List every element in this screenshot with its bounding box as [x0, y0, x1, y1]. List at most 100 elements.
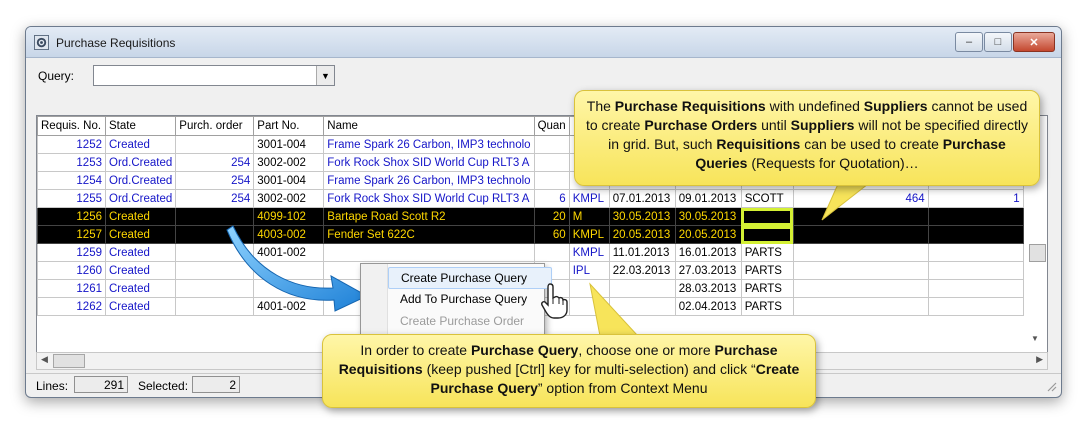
- grid-cell-state[interactable]: Created: [104, 207, 177, 226]
- callout-text: , choose one or more: [578, 342, 715, 358]
- grid-cell-no[interactable]: 1257: [37, 225, 106, 244]
- table-row[interactable]: 1257 Created 4003-002 Fender Set 622C 60 KMPL…: [37, 225, 1024, 244]
- column-header[interactable]: Requis. No.: [37, 116, 106, 136]
- column-header[interactable]: Purch. order: [175, 116, 255, 136]
- grid-cell-name[interactable]: Frame Spark 26 Carbon, IMP3 technolo: [323, 135, 535, 154]
- grid-cell-no[interactable]: 1253: [37, 153, 106, 172]
- grid-cell-c11[interactable]: [927, 225, 1024, 244]
- column-header[interactable]: State: [104, 116, 177, 136]
- grid-cell-qty[interactable]: 60: [533, 225, 570, 244]
- grid-cell-po[interactable]: [175, 135, 255, 154]
- selected-label: Selected:: [138, 379, 189, 393]
- grid-cell-no[interactable]: 1259: [37, 243, 106, 262]
- grid-cell-sup[interactable]: [740, 225, 794, 244]
- grid-cell-po[interactable]: 254: [175, 189, 255, 208]
- scroll-right-icon[interactable]: ▶: [1036, 354, 1043, 365]
- grid-cell-qty[interactable]: [533, 171, 570, 190]
- grid-cell-state[interactable]: Ord.Created: [104, 153, 177, 172]
- menu-item-create-purchase-query[interactable]: Create Purchase Query: [388, 267, 552, 289]
- grid-cell-sup[interactable]: PARTS: [740, 297, 794, 316]
- grid-cell-d2[interactable]: 09.01.2013: [674, 189, 742, 208]
- grid-cell-c11[interactable]: [927, 279, 1024, 298]
- grid-cell-c11[interactable]: [927, 297, 1024, 316]
- grid-cell-part[interactable]: 3002-002: [253, 153, 325, 172]
- grid-cell-no[interactable]: 1262: [37, 297, 106, 316]
- grid-cell-no[interactable]: 1255: [37, 189, 106, 208]
- grid-cell-unit[interactable]: KMPL: [568, 225, 610, 244]
- grid-cell-name[interactable]: Fork Rock Shox SID World Cup RLT3 A: [323, 153, 535, 172]
- grid-cell-c10[interactable]: [792, 261, 929, 280]
- grid-cell-c10[interactable]: [792, 297, 929, 316]
- grid-cell-d1[interactable]: 07.01.2013: [608, 189, 676, 208]
- grid-cell-qty[interactable]: [533, 153, 570, 172]
- minimize-button[interactable]: –: [955, 32, 983, 52]
- grid-cell-state[interactable]: Created: [104, 279, 177, 298]
- grid-cell-qty[interactable]: 6: [533, 189, 570, 208]
- grid-cell-state[interactable]: Created: [104, 261, 177, 280]
- grid-cell-d1[interactable]: 20.05.2013: [608, 225, 676, 244]
- grid-cell-sup[interactable]: PARTS: [740, 243, 794, 262]
- grid-cell-d1[interactable]: 22.03.2013: [608, 261, 676, 280]
- scroll-down-icon[interactable]: ▼: [1031, 334, 1039, 343]
- scroll-left-icon[interactable]: ◀: [41, 354, 48, 365]
- grid-cell-c10[interactable]: [792, 279, 929, 298]
- grid-cell-no[interactable]: 1260: [37, 261, 106, 280]
- grid-cell-d1[interactable]: 11.01.2013: [608, 243, 676, 262]
- grid-cell-unit[interactable]: KMPL: [568, 189, 610, 208]
- grid-cell-name[interactable]: Frame Spark 26 Carbon, IMP3 technolo: [323, 171, 535, 190]
- close-button[interactable]: ✕: [1013, 32, 1055, 52]
- grid-cell-sup[interactable]: PARTS: [740, 261, 794, 280]
- grid-cell-c10[interactable]: [792, 243, 929, 262]
- grid-cell-state[interactable]: Created: [104, 297, 177, 316]
- grid-cell-sup[interactable]: PARTS: [740, 279, 794, 298]
- menu-item-create-purchase-order[interactable]: Create Purchase Order: [388, 311, 550, 331]
- grid-cell-name[interactable]: Fork Rock Shox SID World Cup RLT3 A: [323, 189, 535, 208]
- grid-cell-d2[interactable]: 20.05.2013: [674, 225, 742, 244]
- grid-cell-part[interactable]: 3001-004: [253, 171, 325, 190]
- grid-cell-sup[interactable]: [740, 207, 794, 226]
- grid-cell-state[interactable]: Ord.Created: [104, 189, 177, 208]
- grid-cell-no[interactable]: 1252: [37, 135, 106, 154]
- grid-cell-c11[interactable]: [927, 261, 1024, 280]
- grid-cell-c10[interactable]: [792, 225, 929, 244]
- grid-cell-d2[interactable]: 16.01.2013: [674, 243, 742, 262]
- grid-cell-no[interactable]: 1261: [37, 279, 106, 298]
- column-header[interactable]: Part No.: [253, 116, 325, 136]
- grid-cell-d2[interactable]: 02.04.2013: [674, 297, 742, 316]
- grid-cell-no[interactable]: 1256: [37, 207, 106, 226]
- query-select[interactable]: ▼: [93, 65, 335, 86]
- grid-cell-d2[interactable]: 27.03.2013: [674, 261, 742, 280]
- grid-cell-qty[interactable]: [533, 135, 570, 154]
- grid-cell-part[interactable]: 3002-002: [253, 189, 325, 208]
- maximize-button[interactable]: □: [984, 32, 1012, 52]
- resize-grip-icon[interactable]: [1045, 380, 1057, 392]
- grid-cell-po[interactable]: 254: [175, 171, 255, 190]
- vertical-scrollbar-thumb[interactable]: [1029, 244, 1046, 262]
- table-row[interactable]: 1259 Created 4001-002 KMPL 11.01.2013 16.01.2…: [37, 243, 1024, 262]
- grid-cell-no[interactable]: 1254: [37, 171, 106, 190]
- column-header[interactable]: Name: [323, 116, 535, 136]
- menu-item-add-to-purchase-query[interactable]: Add To Purchase Query: [388, 289, 550, 309]
- grid-cell-state[interactable]: Ord.Created: [104, 171, 177, 190]
- title-bar[interactable]: Purchase Requisitions – □ ✕: [26, 27, 1061, 58]
- column-header[interactable]: Quan: [533, 116, 570, 136]
- grid-cell-state[interactable]: Created: [104, 135, 177, 154]
- grid-cell-unit[interactable]: KMPL: [568, 243, 610, 262]
- grid-cell-c11[interactable]: [927, 207, 1024, 226]
- chevron-down-icon[interactable]: ▼: [316, 66, 334, 85]
- grid-cell-part[interactable]: 3001-004: [253, 135, 325, 154]
- grid-cell-c11[interactable]: 1: [927, 189, 1024, 208]
- grid-cell-d2[interactable]: 28.03.2013: [674, 279, 742, 298]
- grid-cell-c11[interactable]: [927, 243, 1024, 262]
- grid-cell-state[interactable]: Created: [104, 243, 177, 262]
- grid-cell-qty[interactable]: [533, 243, 570, 262]
- grid-cell-qty[interactable]: 20: [533, 207, 570, 226]
- grid-cell-po[interactable]: 254: [175, 153, 255, 172]
- grid-cell-d1[interactable]: 30.05.2013: [608, 207, 676, 226]
- grid-cell-unit[interactable]: IPL: [568, 261, 610, 280]
- grid-cell-sup[interactable]: SCOTT: [740, 189, 794, 208]
- grid-cell-unit[interactable]: M: [568, 207, 610, 226]
- grid-cell-state[interactable]: Created: [104, 225, 177, 244]
- grid-cell-d2[interactable]: 30.05.2013: [674, 207, 742, 226]
- horizontal-scrollbar-thumb[interactable]: [53, 354, 85, 368]
